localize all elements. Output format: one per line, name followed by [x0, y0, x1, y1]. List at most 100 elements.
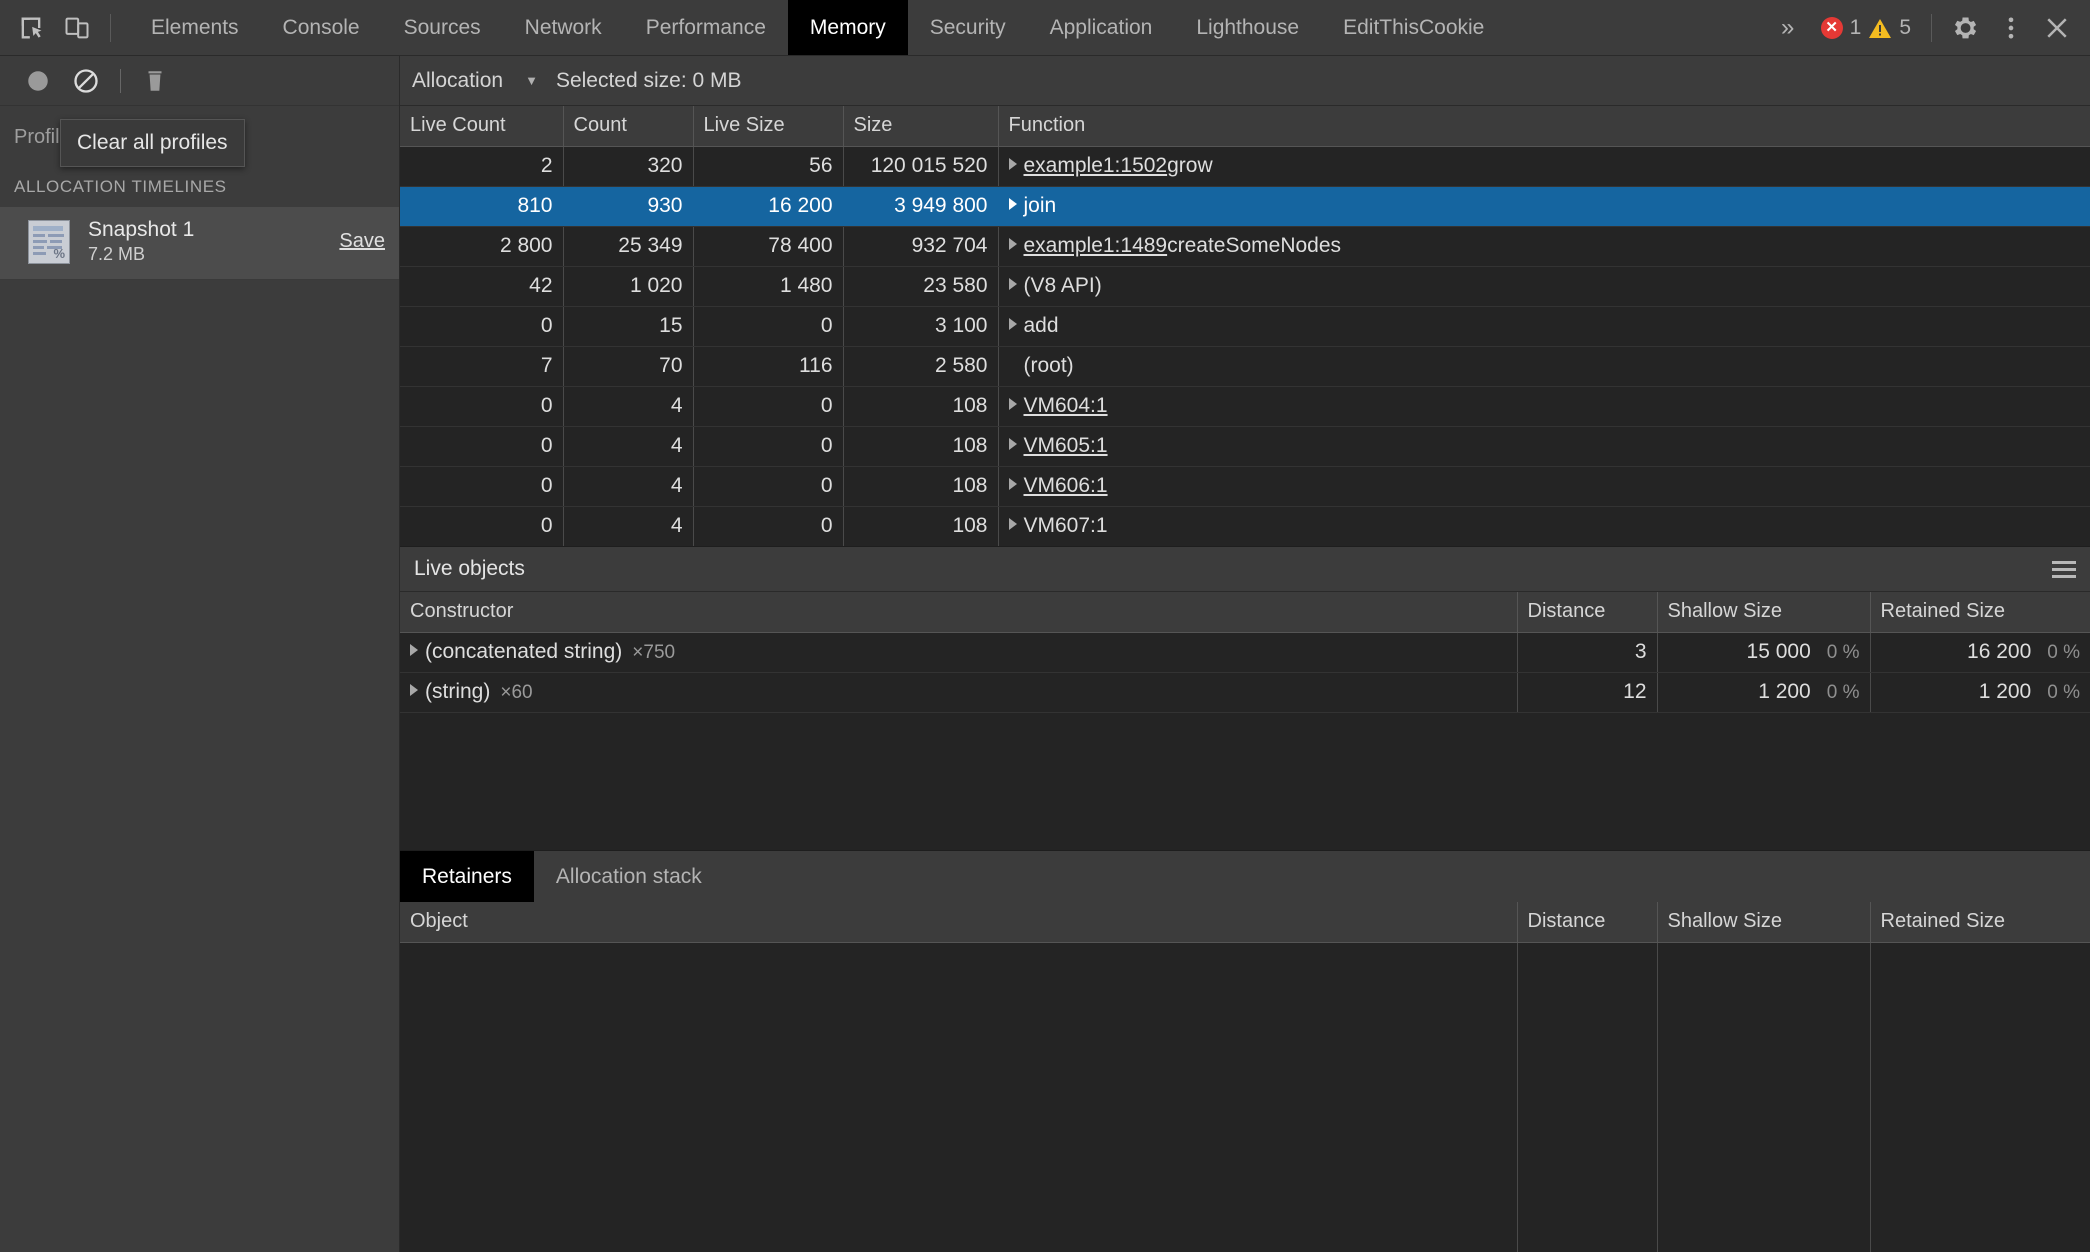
column-header-retained-size[interactable]: Retained Size [1870, 592, 2090, 632]
tab-performance[interactable]: Performance [624, 0, 788, 55]
retainers-grid-container[interactable]: Object Distance Shallow Size Retained Si… [400, 902, 2090, 1252]
function-name-label: add [1024, 314, 1059, 337]
tab-editthiscookie[interactable]: EditThisCookie [1321, 0, 1506, 55]
function-source-link[interactable]: VM606:1 [1024, 474, 1108, 497]
allocation-grid-container[interactable]: Live Count Count Live Size Size Function… [400, 106, 2090, 546]
kebab-menu-icon[interactable] [1988, 0, 2034, 56]
tab-application[interactable]: Application [1028, 0, 1175, 55]
table-row[interactable]: 421 0201 48023 580(V8 API) [400, 266, 2090, 306]
table-row[interactable]: 040108VM605:1 [400, 426, 2090, 466]
table-row[interactable]: 232056120 015 520example1:1502grow [400, 146, 2090, 186]
expand-triangle-icon[interactable] [1009, 198, 1017, 210]
retainers-empty-row [400, 942, 2090, 1252]
cell-function: join [998, 186, 2090, 226]
tab-memory-label: Memory [810, 16, 886, 40]
expand-triangle-icon[interactable] [1009, 478, 1017, 490]
column-header-function[interactable]: Function [998, 106, 2090, 146]
cell-size: 2 580 [843, 346, 998, 386]
tab-allocation-stack[interactable]: Allocation stack [534, 851, 724, 902]
cell-live-count: 0 [400, 386, 563, 426]
tab-network-label: Network [525, 16, 602, 40]
error-badge[interactable]: ✕ 1 [1821, 16, 1862, 40]
column-header-retainers-shallow-size[interactable]: Shallow Size [1657, 902, 1870, 942]
device-toolbar-icon[interactable] [54, 0, 100, 56]
gear-icon[interactable] [1942, 0, 1988, 56]
tab-network[interactable]: Network [503, 0, 624, 55]
snapshot-thumb-percent: % [53, 247, 65, 260]
tab-sources-label: Sources [404, 16, 481, 40]
column-header-live-size[interactable]: Live Size [693, 106, 843, 146]
expand-triangle-icon[interactable] [410, 684, 418, 696]
expand-triangle-icon[interactable] [1009, 278, 1017, 290]
cell-retained-size-percent: 0 % [2047, 642, 2080, 663]
tab-console[interactable]: Console [261, 0, 382, 55]
chevron-down-icon[interactable]: ▼ [525, 73, 538, 88]
cell-retained-size-value: 16 200 [1967, 640, 2031, 663]
expand-triangle-icon[interactable] [1009, 318, 1017, 330]
cell-constructor: (string)×60 [400, 672, 1517, 712]
record-allocation-button[interactable] [14, 59, 62, 103]
table-row[interactable]: 040108VM606:1 [400, 466, 2090, 506]
function-source-link[interactable]: example1:1502 [1024, 154, 1168, 177]
cell-live-count: 2 [400, 146, 563, 186]
hamburger-menu-icon[interactable] [2052, 561, 2076, 578]
table-row[interactable]: 01503 100add [400, 306, 2090, 346]
column-header-retainers-distance[interactable]: Distance [1517, 902, 1657, 942]
expand-triangle-icon[interactable] [1009, 398, 1017, 410]
table-row[interactable]: 81093016 2003 949 800join [400, 186, 2090, 226]
expand-triangle-icon[interactable] [1009, 158, 1017, 170]
column-header-shallow-size[interactable]: Shallow Size [1657, 592, 1870, 632]
column-header-constructor[interactable]: Constructor [400, 592, 1517, 632]
cell-constructor: (concatenated string)×750 [400, 632, 1517, 672]
function-name-label: createSomeNodes [1167, 234, 1341, 257]
function-name-label: (root) [1024, 354, 1074, 377]
table-row[interactable]: (string)×60121 2000 %1 2000 % [400, 672, 2090, 712]
inspect-element-icon[interactable] [8, 0, 54, 56]
tab-memory[interactable]: Memory [788, 0, 908, 55]
tab-security[interactable]: Security [908, 0, 1028, 55]
tab-lighthouse[interactable]: Lighthouse [1174, 0, 1321, 55]
warning-badge[interactable]: 5 [1868, 16, 1911, 40]
expand-triangle-icon[interactable] [1009, 238, 1017, 250]
issues-badge-group[interactable]: ✕ 1 5 [1811, 16, 1921, 40]
snapshot-list-item[interactable]: % Snapshot 1 7.2 MB Save [0, 207, 399, 280]
function-source-link[interactable]: example1:1489 [1024, 234, 1168, 257]
trash-icon [142, 68, 168, 94]
cell-distance: 3 [1517, 632, 1657, 672]
live-objects-grid-container[interactable]: Constructor Distance Shallow Size Retain… [400, 592, 2090, 850]
table-row[interactable]: (concatenated string)×750315 0000 %16 20… [400, 632, 2090, 672]
close-icon[interactable] [2034, 0, 2080, 56]
expand-triangle-icon[interactable] [1009, 438, 1017, 450]
tab-elements[interactable]: Elements [129, 0, 261, 55]
table-row[interactable]: 040108VM604:1 [400, 386, 2090, 426]
expand-triangle-icon[interactable] [410, 644, 418, 656]
table-row[interactable]: 040108VM607:1 [400, 506, 2090, 546]
cell-live-size: 78 400 [693, 226, 843, 266]
column-header-retainers-retained-size[interactable]: Retained Size [1870, 902, 2090, 942]
column-header-count[interactable]: Count [563, 106, 693, 146]
cell-size: 3 949 800 [843, 186, 998, 226]
cell-retained-size-percent: 0 % [2047, 682, 2080, 703]
delete-profile-button[interactable] [131, 59, 179, 103]
column-header-live-count[interactable]: Live Count [400, 106, 563, 146]
clear-all-profiles-button[interactable] [62, 59, 110, 103]
tab-retainers[interactable]: Retainers [400, 851, 534, 902]
cell-live-count: 2 800 [400, 226, 563, 266]
snapshot-save-link[interactable]: Save [339, 230, 385, 253]
allocation-view-selector[interactable]: Allocation [412, 69, 503, 93]
tab-sources[interactable]: Sources [382, 0, 503, 55]
function-source-link[interactable]: VM605:1 [1024, 434, 1108, 457]
more-tabs-icon[interactable]: » [1765, 0, 1811, 56]
expand-triangle-icon[interactable] [1009, 518, 1017, 530]
bottom-panel-tabs: Retainers Allocation stack [400, 850, 2090, 902]
column-header-distance[interactable]: Distance [1517, 592, 1657, 632]
cell-function: VM605:1 [998, 426, 2090, 466]
error-icon: ✕ [1821, 17, 1843, 39]
function-source-link[interactable]: VM604:1 [1024, 394, 1108, 417]
cell-count: 320 [563, 146, 693, 186]
table-row[interactable]: 2 80025 34978 400932 704example1:1489cre… [400, 226, 2090, 266]
allocation-grid-header-row: Live Count Count Live Size Size Function [400, 106, 2090, 146]
column-header-size[interactable]: Size [843, 106, 998, 146]
table-row[interactable]: 7701162 580(root) [400, 346, 2090, 386]
column-header-object[interactable]: Object [400, 902, 1517, 942]
